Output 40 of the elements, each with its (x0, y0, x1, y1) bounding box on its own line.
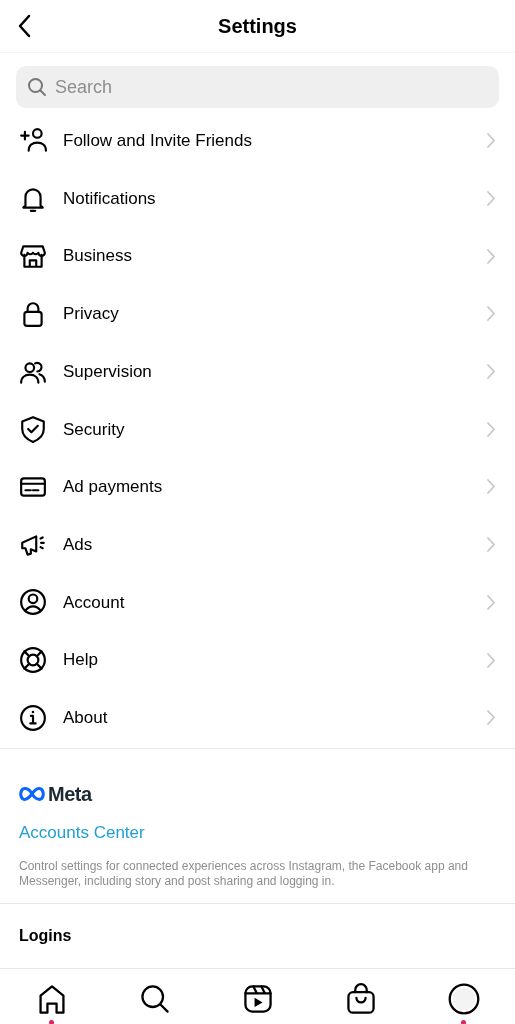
settings-item[interactable]: Follow and Invite Friends (0, 112, 515, 170)
infinity-logo-icon (19, 786, 45, 801)
chevron-right-icon (486, 420, 496, 438)
clapperboard-play-icon (241, 983, 274, 1016)
settings-item[interactable]: Notifications (0, 169, 515, 228)
chevron-right-icon (486, 709, 496, 727)
chevron-right-icon (486, 363, 496, 381)
settings-item[interactable]: Ad payments (0, 458, 515, 516)
search-field[interactable]: Search (16, 66, 499, 108)
storefront-icon (19, 242, 47, 271)
screen-title: Settings (218, 14, 297, 39)
settings-item[interactable]: Security (0, 400, 515, 459)
settings-item[interactable]: Privacy (0, 285, 515, 343)
brand-name: Meta (48, 781, 92, 807)
shield-check-icon (19, 415, 47, 444)
avatar-icon (447, 983, 480, 1016)
settings-item[interactable]: Supervision (0, 342, 515, 401)
back-icon (17, 14, 31, 38)
settings-item[interactable]: Ads (0, 515, 515, 574)
chevron-right-icon (486, 247, 496, 265)
chevron-right-icon (486, 478, 496, 496)
chevron-right-icon (486, 536, 496, 554)
settings-item[interactable]: Help (0, 631, 515, 689)
settings-item[interactable]: Business (0, 227, 515, 286)
chevron-right-icon (486, 651, 496, 669)
chevron-right-icon (486, 593, 496, 611)
info-icon (19, 703, 47, 732)
lifebuoy-icon (19, 646, 47, 675)
search-icon (27, 77, 47, 97)
section-title: Logins (19, 926, 72, 947)
shopping-bag-icon (344, 983, 377, 1016)
person-plus-icon (19, 126, 47, 155)
chevron-right-icon (486, 190, 496, 208)
description-text: Control settings for connected experiences across Instagram, the Facebook app and Messenger, including story and post sharing and logging in. (19, 859, 469, 890)
chevron-right-icon (486, 132, 496, 150)
chevron-right-icon (486, 305, 496, 323)
settings-item[interactable]: About (0, 688, 515, 747)
user-circle-icon (19, 588, 47, 617)
settings-item[interactable]: Account (0, 573, 515, 632)
search-icon (138, 983, 171, 1016)
